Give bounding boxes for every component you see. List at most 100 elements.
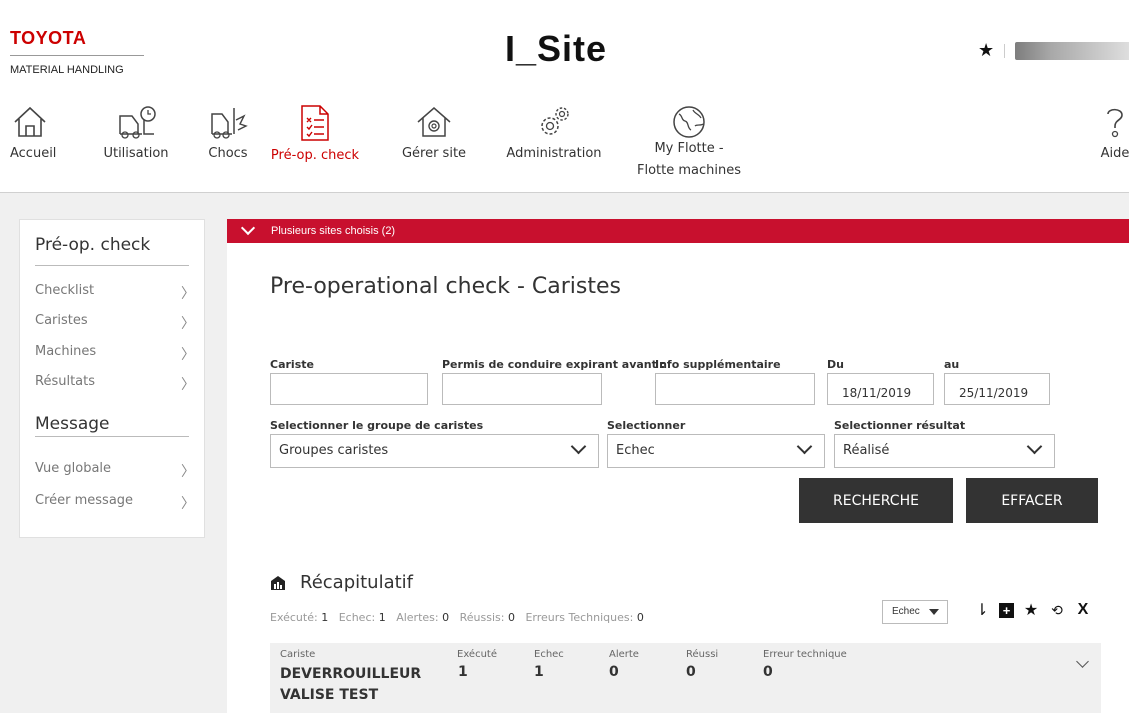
chevron-right-icon: 〉 <box>181 347 195 363</box>
cariste-input[interactable] <box>270 373 428 405</box>
export-icon[interactable]: ⟲ <box>1048 602 1066 619</box>
sidebar-item-resultats[interactable]: Résultats 〉 <box>35 374 195 394</box>
summary-filter-select[interactable]: Echec <box>882 600 948 624</box>
alerte-value: 0 <box>609 664 619 680</box>
nav-item-my-flotte[interactable]: My Flotte - Flotte machines <box>636 104 742 182</box>
stat-value: 0 <box>442 611 450 624</box>
cariste-name-line: DEVERROUILLEUR <box>280 666 422 682</box>
chevron-right-icon: 〉 <box>181 377 195 393</box>
column-header: Erreur technique <box>763 649 847 660</box>
group-select-label: Selectionner le groupe de caristes <box>270 419 484 432</box>
caret-down-icon <box>929 609 939 615</box>
executed-value: 1 <box>458 664 468 680</box>
summary-toolbar: ⇂ + ★ ⟲ X <box>973 600 1092 620</box>
search-button[interactable]: RECHERCHE <box>799 478 953 523</box>
result-select-label: Selectionner résultat <box>834 419 966 432</box>
select-value: Echec <box>892 606 920 617</box>
nav-item-pre-op-check[interactable]: Pré-op. check <box>270 104 360 163</box>
column-header: Cariste <box>280 649 316 660</box>
nav-label: Utilisation <box>103 146 169 161</box>
select-value: Echec <box>616 443 655 458</box>
chevron-right-icon: 〉 <box>181 316 195 332</box>
stat-label: Exécuté: <box>270 611 318 624</box>
sidebar-item-label: Checklist <box>35 283 95 298</box>
favorites-star-icon[interactable]: ★ <box>978 40 994 61</box>
brand-subtitle: MATERIAL HANDLING <box>10 64 124 76</box>
sidebar: Pré-op. check Checklist 〉 Caristes 〉 Machi… <box>19 219 205 538</box>
column-header: Alerte <box>609 649 639 660</box>
sidebar-item-checklist[interactable]: Checklist 〉 <box>35 283 195 303</box>
permis-label: Permis de conduire expirant avant : <box>442 358 666 371</box>
clear-button[interactable]: EFFACER <box>966 478 1098 523</box>
stat-label: Erreurs Techniques: <box>525 611 634 624</box>
permis-input[interactable] <box>442 373 602 405</box>
sidebar-item-creer-message[interactable]: Créer message 〉 <box>35 493 195 513</box>
report-icon <box>270 575 286 591</box>
globe-icon <box>673 106 705 138</box>
home-icon <box>14 106 46 137</box>
clear-filter-icon[interactable]: X <box>1074 601 1092 619</box>
brand-divider <box>10 55 144 56</box>
column-header: Exécuté <box>457 649 497 660</box>
app-header: TOYOTA MATERIAL HANDLING I_Site ★ Accuei… <box>0 0 1129 193</box>
nav-label: Accueil <box>10 146 57 161</box>
site-title: I_Site <box>505 28 608 69</box>
du-label: Du <box>827 358 844 371</box>
date-to-input[interactable]: 25/11/2019 <box>944 373 1050 405</box>
summary-heading: Récapitulatif <box>270 572 413 593</box>
info-input[interactable] <box>655 373 815 405</box>
sort-icon[interactable]: ⇂ <box>973 600 991 620</box>
cariste-name: DEVERROUILLEUR VALISE TEST <box>280 664 421 706</box>
caristes-group-select[interactable]: Groupes caristes <box>270 434 599 468</box>
nav-label: Aide <box>1100 146 1129 161</box>
forklift-impact-icon <box>211 108 248 139</box>
chevron-down-icon <box>796 438 813 455</box>
nav-item-chocs[interactable]: Chocs <box>205 104 251 161</box>
brand-logo[interactable]: TOYOTA MATERIAL HANDLING <box>10 28 144 76</box>
select-value: Réalisé <box>843 443 890 458</box>
sidebar-item-machines[interactable]: Machines 〉 <box>35 344 195 364</box>
help-icon <box>1107 108 1123 138</box>
sidebar-item-caristes[interactable]: Caristes 〉 <box>35 313 195 333</box>
sidebar-item-vue-globale[interactable]: Vue globale 〉 <box>35 461 195 481</box>
site-selection-banner[interactable]: Plusieurs sites choisis (2) <box>227 219 1129 243</box>
checklist-icon <box>301 105 329 141</box>
erreur-value: 0 <box>763 664 773 680</box>
select-value: Groupes caristes <box>279 443 389 458</box>
nav-item-aide[interactable]: Aide <box>1098 104 1129 161</box>
stat-value: 0 <box>507 611 515 624</box>
nav-label-line2: Flotte machines <box>636 163 741 178</box>
echec-value: 1 <box>534 664 544 680</box>
stat-label: Alertes: <box>396 611 439 624</box>
nav-item-utilisation[interactable]: Utilisation <box>100 104 172 161</box>
table-row[interactable]: Cariste Exécuté Echec Alerte Réussi Erre… <box>270 643 1101 713</box>
stat-value: 1 <box>321 611 329 624</box>
nav-label: Gérer site <box>401 146 467 161</box>
date-from-input[interactable]: 18/11/2019 <box>827 373 934 405</box>
forklift-clock-icon <box>119 106 156 139</box>
expand-chevron-icon[interactable] <box>1076 655 1089 668</box>
chevron-right-icon: 〉 <box>181 286 195 302</box>
nav-item-administration[interactable]: Administration <box>505 104 603 161</box>
divider <box>35 265 189 266</box>
user-name-redacted[interactable] <box>1015 41 1129 60</box>
add-icon[interactable]: + <box>999 602 1014 618</box>
nav-label: Pré-op. check <box>270 148 360 163</box>
nav-item-gerer-site[interactable]: Gérer site <box>394 104 474 161</box>
summary-stats: Exécuté: 1 Echec: 1 Alertes: 0 Réussis: … <box>270 611 644 624</box>
brand-name: TOYOTA <box>10 28 87 48</box>
status-select[interactable]: Echec <box>607 434 825 468</box>
page-title: Pre-operational check - Caristes <box>270 274 621 299</box>
nav-item-accueil[interactable]: Accueil <box>10 104 56 161</box>
site-settings-icon <box>417 107 451 137</box>
divider <box>35 436 189 437</box>
divider <box>1004 43 1006 58</box>
chevron-right-icon: 〉 <box>181 496 195 512</box>
stat-label: Réussis: <box>459 611 505 624</box>
nav-label: Administration <box>506 146 602 161</box>
chevron-down-icon <box>240 220 256 236</box>
sidebar-item-label: Vue globale <box>35 461 112 476</box>
star-icon[interactable]: ★ <box>1022 600 1040 620</box>
result-select[interactable]: Réalisé <box>834 434 1055 468</box>
info-label: Info supplémentaire <box>655 358 781 371</box>
